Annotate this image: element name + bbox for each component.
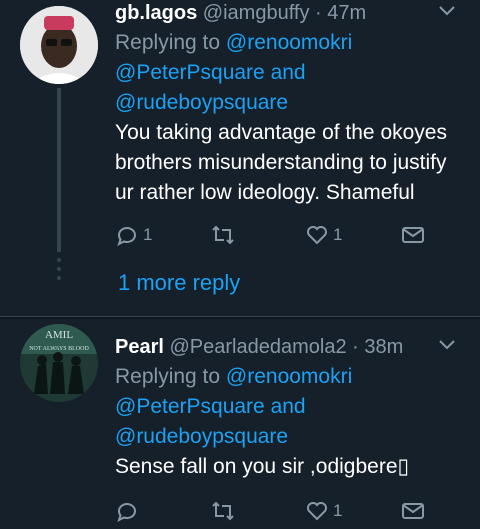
mention-link[interactable]: @PeterPsquare: [115, 61, 265, 84]
avatar-photo: AMIL NOT ALWAYS BLOOD: [20, 324, 98, 402]
tweet-text: You taking advantage of the okoyes broth…: [115, 121, 447, 204]
mail-icon: [402, 227, 424, 243]
timestamp[interactable]: 38m: [364, 336, 403, 358]
chevron-down-icon[interactable]: [438, 334, 456, 360]
heart-icon: [307, 502, 327, 521]
replying-to: Replying to @renoomokri @PeterPsquare an…: [115, 28, 466, 118]
reply-count: 1: [143, 225, 153, 244]
handle[interactable]: @iamgbuffy: [203, 2, 310, 24]
tweet-content: Pearl @Pearladedamola2 · 38m Replying to…: [115, 334, 466, 482]
retweet-icon: [212, 225, 234, 245]
like-count: 1: [333, 225, 343, 244]
action-bar: 1 1: [115, 220, 435, 250]
share-button[interactable]: [401, 220, 425, 250]
replying-to: Replying to @renoomokri @PeterPsquare an…: [115, 362, 466, 452]
mention-link[interactable]: @renoomokri: [226, 31, 352, 54]
avatar[interactable]: [20, 6, 98, 84]
mention-link[interactable]: @rudeboypsquare: [115, 425, 288, 448]
and-word: and: [270, 395, 306, 418]
svg-text:NOT ALWAYS BLOOD: NOT ALWAYS BLOOD: [29, 346, 89, 352]
thread-dots: [56, 258, 62, 285]
like-button[interactable]: 1: [305, 220, 342, 250]
replying-label: Replying to: [115, 365, 221, 388]
thread-line: [57, 88, 61, 252]
tweet-content: gb.lagos @iamgbuffy · 47m Replying to @r…: [115, 0, 466, 208]
more-replies-link[interactable]: 1 more reply: [118, 270, 240, 296]
tweet-1[interactable]: gb.lagos @iamgbuffy · 47m Replying to @r…: [0, 0, 480, 316]
chevron-down-icon[interactable]: [438, 0, 456, 26]
display-name[interactable]: gb.lagos: [115, 2, 197, 24]
like-count: 1: [333, 501, 343, 520]
tweet-header: gb.lagos @iamgbuffy · 47m: [115, 0, 466, 26]
action-bar: 1: [115, 496, 435, 526]
handle[interactable]: @Pearladedamola2: [170, 336, 347, 358]
reply-icon: [117, 503, 136, 522]
tweet-header: Pearl @Pearladedamola2 · 38m: [115, 334, 466, 360]
mention-link[interactable]: @PeterPsquare: [115, 395, 265, 418]
mention-link[interactable]: @rudeboypsquare: [115, 91, 288, 114]
reply-icon: [117, 227, 136, 246]
retweet-button[interactable]: [211, 220, 235, 250]
like-button[interactable]: 1: [305, 496, 342, 526]
mail-icon: [402, 503, 424, 519]
replying-label: Replying to: [115, 31, 221, 54]
and-word: and: [270, 61, 306, 84]
retweet-icon: [212, 501, 234, 521]
avatar-text: AMIL: [45, 329, 73, 341]
tweet-2[interactable]: AMIL NOT ALWAYS BLOOD Pearl @Pearladedam…: [0, 318, 480, 529]
separator: ·: [315, 2, 322, 24]
mention-link[interactable]: @renoomokri: [226, 365, 352, 388]
share-button[interactable]: [401, 496, 425, 526]
heart-icon: [307, 226, 327, 245]
timestamp[interactable]: 47m: [327, 2, 366, 24]
tweet-text: Sense fall on you sir ,odigbere▯: [115, 455, 410, 478]
reply-button[interactable]: 1: [115, 220, 152, 250]
separator: ·: [352, 336, 359, 358]
avatar[interactable]: AMIL NOT ALWAYS BLOOD: [20, 324, 98, 402]
display-name[interactable]: Pearl: [115, 336, 164, 358]
retweet-button[interactable]: [211, 496, 235, 526]
reply-button[interactable]: [115, 496, 139, 526]
avatar-photo: [20, 6, 98, 84]
